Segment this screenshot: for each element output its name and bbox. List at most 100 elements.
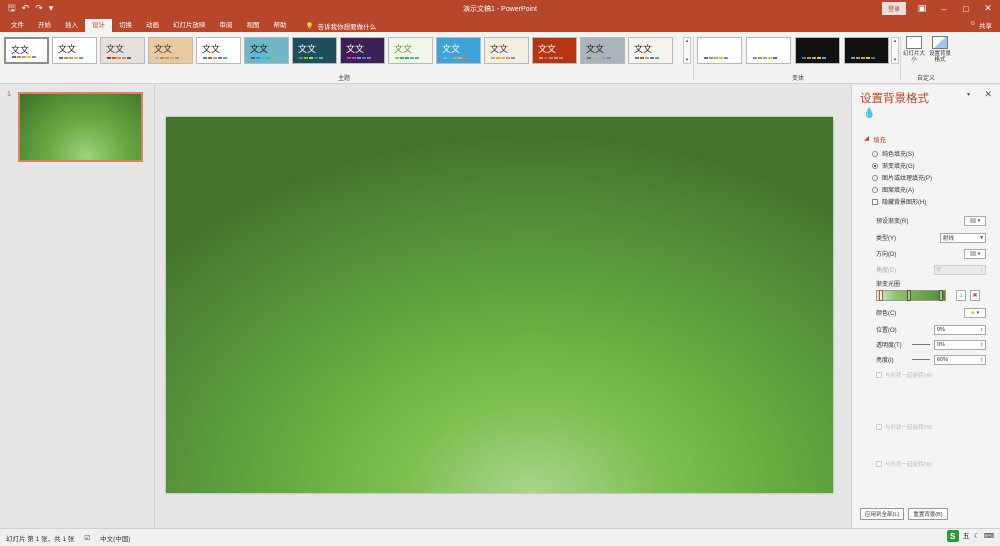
undo-icon[interactable]: ↶ (22, 4, 30, 13)
theme-thumbnail[interactable]: 文文 (484, 37, 529, 64)
preset-gradient-dropdown[interactable]: ▾ (964, 215, 986, 226)
theme-thumbnail[interactable]: 文文 (100, 37, 145, 64)
remove-stop-icon[interactable]: ✖ (970, 290, 980, 301)
theme-thumbnail[interactable]: 文文 (244, 37, 289, 64)
redo-icon[interactable]: ↷ (35, 4, 43, 13)
tab-1[interactable]: 开始 (31, 19, 58, 32)
tab-2[interactable]: 插入 (58, 19, 85, 32)
fill-section-header[interactable]: ◢ 填充 (864, 134, 886, 144)
type-select[interactable]: 射线 ▾ (940, 232, 986, 243)
status-bar: 幻灯片 第 1 张，共 1 张 ☑ 中文(中国) S 五 ☾ ⌨ (0, 528, 1000, 546)
theme-thumbnail[interactable]: 文文 (388, 37, 433, 64)
gradient-stops-bar[interactable] (876, 290, 946, 301)
fill-option-0[interactable]: 纯色填充(S) (872, 149, 914, 158)
spellcheck-icon[interactable]: ☑ (84, 534, 90, 542)
tab-5[interactable]: 动画 (139, 19, 166, 32)
ribbon-display-icon[interactable]: ▣ (916, 3, 928, 14)
add-stop-icon[interactable]: ↕ (956, 290, 966, 301)
gradient-stop-2[interactable] (907, 290, 911, 301)
pane-options-icon[interactable]: ▾ (967, 91, 970, 98)
variants-gallery-scroll[interactable]: ▴ ▾ (891, 37, 899, 64)
color-row: 颜色(C) ◈ ▾ (876, 307, 986, 318)
theme-thumbnail[interactable]: 文文 (340, 37, 385, 64)
slide-thumbnail[interactable] (18, 92, 143, 162)
fill-option-4[interactable]: 隐藏背景图形(H) (872, 197, 926, 206)
theme-thumbnail[interactable]: 文文 (628, 37, 673, 64)
login-button[interactable]: 登录 (881, 2, 906, 15)
tab-0[interactable]: 文件 (4, 19, 31, 32)
variants-group-label: 变体 (792, 76, 805, 82)
theme-thumbnail[interactable]: 文文 (52, 37, 97, 64)
language-indicator[interactable]: 中文(中国) (100, 533, 130, 543)
tab-4[interactable]: 切换 (112, 19, 139, 32)
transparency-slider[interactable] (912, 344, 930, 345)
ime-keyboard-icon[interactable]: ⌨ (984, 532, 994, 540)
theme-thumbnail[interactable]: 文文 (580, 37, 625, 64)
theme-thumbnail[interactable]: 文文 (436, 37, 481, 64)
theme-thumbnail[interactable]: 文文 (532, 37, 577, 64)
format-background-button[interactable]: 设置背景格式 (929, 36, 951, 63)
tell-me-box[interactable]: 💡 告诉我你想要做什么 (294, 19, 377, 32)
format-background-icon (932, 36, 948, 49)
slide-size-icon (906, 36, 922, 49)
themes-gallery: 文文 文文 文文 文文 文文 文文 文文 文文 文文 文文 文文 文文 文文 文文 (4, 37, 673, 64)
theme-sample-text: 文文 (394, 45, 413, 55)
fill-option-1[interactable]: 渐变填充(G) (872, 161, 915, 170)
theme-thumbnail[interactable]: 文文 (292, 37, 337, 64)
direction-dropdown[interactable]: ▾ (964, 248, 986, 259)
theme-thumbnail[interactable]: 文文 (148, 37, 193, 64)
customize-icon[interactable]: ▾ (49, 4, 54, 13)
paint-bucket-icon: ◈ (970, 309, 975, 316)
type-row: 类型(Y) 射线 ▾ (876, 232, 986, 243)
transparency-spinner[interactable]: 0% ↕ (934, 339, 986, 350)
gradient-stop-3[interactable] (939, 290, 943, 301)
ribbon-design: 文文 文文 文文 文文 文文 文文 文文 文文 文文 文文 文文 文文 文文 文文 ▴ ▾ 主题 ▴ ▾ 变体… (0, 32, 1000, 84)
slide-thumbnail-pane: 1 (0, 85, 155, 528)
slide-number: 1 (7, 91, 11, 98)
theme-sample-text: 文文 (250, 45, 269, 55)
share-button[interactable]: ☺ 共享 (969, 20, 992, 30)
theme-sample-text: 文文 (346, 45, 365, 55)
variant-thumbnail[interactable] (844, 37, 889, 64)
variant-thumbnail[interactable] (746, 37, 791, 64)
tab-7[interactable]: 审阅 (213, 19, 240, 32)
direction-row: 方向(D) ▾ (876, 248, 986, 259)
brightness-slider[interactable] (912, 359, 930, 360)
ime-logo-icon[interactable]: S (946, 530, 959, 542)
ime-moon-icon[interactable]: ☾ (974, 532, 980, 540)
themes-gallery-scroll[interactable]: ▴ ▾ (683, 37, 691, 64)
gradient-stop-1[interactable] (879, 290, 883, 301)
transparency-row: 透明度(T) 0% ↕ (876, 339, 986, 350)
variants-gallery (697, 37, 889, 64)
tab-6[interactable]: 幻灯片放映 (166, 19, 213, 32)
minimize-icon[interactable]: – (938, 4, 950, 14)
tab-3[interactable]: 设计 (85, 19, 112, 32)
apply-to-all-button[interactable]: 应用到全部(L) (860, 508, 905, 520)
pane-footer: 应用到全部(L) 重置背景(B) (860, 508, 948, 520)
ribbon-tabs: 文件 开始 插入 设计 切换 动画 幻灯片放映 审阅 视图 帮助 💡 告诉我你想要做什么 ☺ 共享 (0, 17, 1000, 32)
theme-thumbnail[interactable]: 文文 (4, 37, 49, 64)
slide-info: 幻灯片 第 1 张，共 1 张 (6, 535, 75, 543)
themes-group-label: 主题 (338, 76, 351, 82)
tab-9[interactable]: 帮助 (267, 19, 294, 32)
restore-icon[interactable]: □ (960, 4, 972, 14)
fill-option-2[interactable]: 图片或纹理填充(P) (872, 173, 932, 182)
fill-bucket-icon[interactable]: 💧 (863, 108, 875, 119)
variant-thumbnail[interactable] (697, 37, 742, 64)
brightness-spinner[interactable]: 60% ↕ (934, 354, 986, 365)
rotate-with-shape-checkbox: 与形状一起旋转(W) (876, 371, 932, 379)
ime-mode[interactable]: 五 (963, 531, 970, 541)
close-icon[interactable]: ✕ (982, 3, 994, 14)
slide-size-button[interactable]: 幻灯片大小 (903, 36, 925, 63)
save-icon[interactable]: 🖫 (8, 4, 16, 13)
color-picker[interactable]: ◈ ▾ (964, 307, 986, 318)
reset-background-button[interactable]: 重置背景(B) (908, 508, 948, 520)
variant-thumbnail[interactable] (795, 37, 840, 64)
tab-8[interactable]: 视图 (240, 19, 267, 32)
pane-title: 设置背景格式 (860, 93, 929, 105)
fill-option-3[interactable]: 图案填充(A) (872, 185, 914, 194)
theme-thumbnail[interactable]: 文文 (196, 37, 241, 64)
slide-canvas[interactable] (166, 117, 833, 493)
pane-close-icon[interactable]: ✕ (984, 89, 992, 100)
position-spinner[interactable]: 0% ↕ (934, 324, 986, 335)
